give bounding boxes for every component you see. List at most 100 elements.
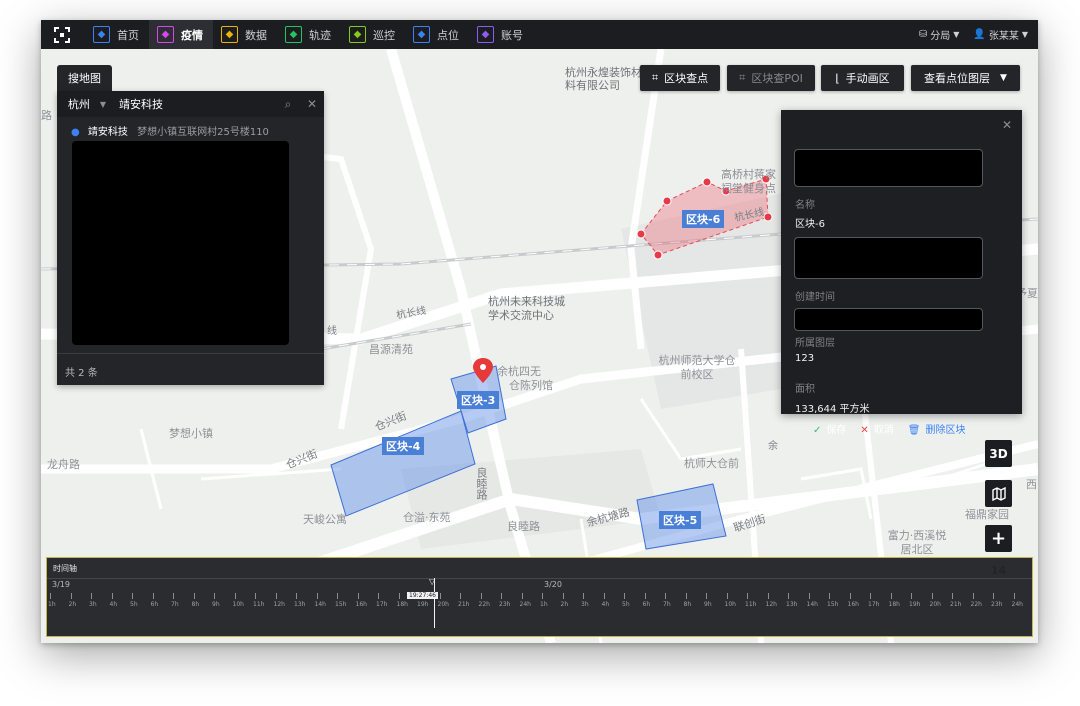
timeline-tick [583,593,584,599]
chevron-down-icon[interactable]: ▼ [1022,30,1028,39]
timeline-hour-label: 12h [765,601,777,608]
divider [57,353,324,354]
timeline-tick [357,593,359,599]
result-name: 靖安科技 [87,127,128,138]
zoom-in-button[interactable]: + [985,525,1012,552]
timeline-hour-label: 8h [683,601,692,608]
cancel-button[interactable]: ✕ 取消 [860,421,893,436]
search-icon[interactable]: ⌕ [276,97,300,112]
timeline-tick [808,593,810,599]
save-button[interactable]: ✓ 保存 [813,421,846,436]
timeline-tick [603,593,605,599]
app-window: ◆ 首页 ◆ 疫情 ◆ 数据 ◆ 轨迹 ◆ 巡控 ◆ 点位 ◆ 账号 ⛁ 分局 ▼ 👤 张某某 ▼ [41,20,1038,643]
timeline-panel[interactable]: 时间轴 3/19 3/20 1h 2h 3h 4h 5h 6h 7h 8h 9h 10h 11h 12… [46,557,1033,637]
timeline-tick [952,593,953,599]
timeline-tick [911,593,912,599]
block-check-points-label: 区块查点 [664,72,709,85]
timeline-tick [152,593,154,599]
close-icon[interactable]: ✕ [1002,118,1012,132]
block-4-label[interactable]: 区块-4 [382,437,425,455]
timeline-divider [47,578,1032,579]
nav-item-label: 点位 [437,28,459,42]
timeline-tick [378,593,379,599]
city-selector[interactable]: 杭州 ▼ [57,96,117,112]
nav-item-0[interactable]: ◆ 首页 [85,20,149,49]
view-layers-button[interactable]: 查看点位图层 ▼ [911,65,1020,91]
timeline-hour-label: 6h [150,601,159,608]
nav-item-3[interactable]: ◆ 轨迹 [277,20,341,49]
timeline-tick [542,593,543,599]
timeline-tick [439,593,441,599]
bureau-selector[interactable]: 分局 [930,27,950,42]
timeline-tick [1013,593,1015,599]
bureau-icon: ⛁ [918,29,928,40]
block-check-poi-button[interactable]: ⌗ 区块查POI [727,65,815,91]
user-name[interactable]: 张某某 [989,27,1019,42]
timeline-hour-label: 4h [601,601,610,608]
search-result-item[interactable]: ● 靖安科技 梦想小镇互联网村25号楼110 [71,123,269,138]
three-d-button[interactable]: 3D [985,440,1012,467]
nav-item-5[interactable]: ◆ 点位 [405,20,469,49]
map-layers-icon[interactable] [985,480,1012,507]
timeline-hour-label: 1h [540,601,548,608]
nav-item-2[interactable]: ◆ 数据 [213,20,277,49]
timeline-tick [132,593,133,599]
delete-label: 删除区块 [925,425,966,436]
block-6-label[interactable]: 区块-6 [682,210,725,228]
account-icon: ◆ [477,26,494,43]
clear-icon[interactable]: ✕ [300,97,324,111]
timeline-tick [70,593,72,599]
timeline-hour-label: 15h [335,601,347,608]
nav-item-4[interactable]: ◆ 巡控 [341,20,405,49]
nav-item-6[interactable]: ◆ 账号 [469,20,533,49]
cancel-label: 取消 [873,425,894,436]
timeline-date-1: 3/19 [52,580,70,589]
scan-icon: ⌗ [651,71,659,84]
timeline-handle-icon[interactable]: ▽ [429,577,435,586]
track-icon: ◆ [285,26,302,43]
app-logo-icon[interactable] [49,24,75,46]
timeline-hour-label: 4h [109,601,118,608]
timeline-hour-label: 23h [991,601,1003,608]
nav-item-label: 首页 [117,28,139,42]
timeline-hour-label: 12h [273,601,285,608]
block-detail-panel: ✕ 名称 区块-6 创建时间 所属图层 123 面积 133,644 平方米 ✓… [781,110,1022,436]
timeline-tick [562,593,564,599]
poi-company-label: 杭州永煌装饰材料有限公司 [565,66,642,92]
chevron-down-icon[interactable]: ▼ [953,30,959,39]
search-panel: 杭州 ▼ ⌕ ✕ ● 靖安科技 梦想小镇互联网村25号楼110 共 2 条 [57,91,324,385]
timeline-hour-label: 10h [232,601,244,608]
timeline-tick [337,593,338,599]
chart-icon: ◆ [221,26,238,43]
virus-icon: ◆ [157,26,174,43]
save-label: 保存 [826,425,847,436]
timeline-hour-label: 14h [806,601,818,608]
timeline-hour-label: 5h [622,601,630,608]
timeline-tick [50,593,51,599]
delete-block-button[interactable]: 🗑 删除区块 [908,421,966,436]
timeline-tick [767,593,769,599]
fuli-label: 富力·西溪悦居北区 [887,529,947,556]
block-5-label[interactable]: 区块-5 [659,511,702,529]
timeline-tick [460,593,461,599]
block-check-points-button[interactable]: ⌗ 区块查点 [640,65,720,91]
chevron-down-icon: ▼ [99,99,107,109]
manual-draw-button[interactable]: ⌊ 手动画区 [821,65,904,91]
view-layers-label: 查看点位图层 [924,72,991,85]
dream-town-label: 梦想小镇 [169,427,213,440]
timeline-hour-label: 17h [868,601,880,608]
timeline-tick [870,593,871,599]
timeline-tick [706,593,707,599]
timeline-tick [644,593,646,599]
search-input[interactable] [117,96,276,112]
trash-icon: 🗑 [907,425,921,436]
timeline-tick [91,593,92,599]
fuding-label: 福鼎家园 [965,508,1009,521]
timeline-hour-label: 2h [560,601,569,608]
timeline-tick [111,593,113,599]
timeline-hour-label: 16h [355,601,367,608]
search-map-tab[interactable]: 搜地图 [57,65,112,91]
nav-item-1[interactable]: ◆ 疫情 [149,20,213,49]
timeline-tick [931,593,933,599]
block-3-label[interactable]: 区块-3 [457,391,500,409]
